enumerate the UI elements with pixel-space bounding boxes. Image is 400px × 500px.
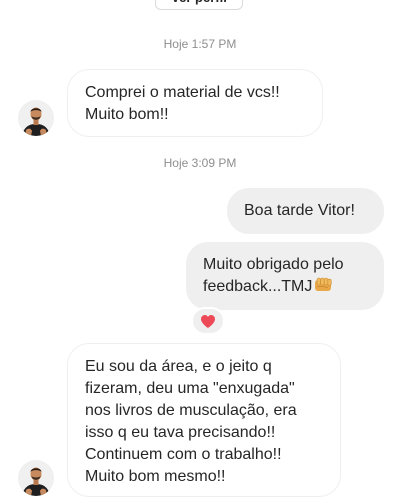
outgoing-message-bubble[interactable]: Muito obrigado pelo feedback...TMJ [186,242,384,310]
message-reaction[interactable] [191,307,225,335]
heart-icon [201,314,215,328]
incoming-message-bubble[interactable]: Comprei o material de vcs!! Muito bom!! [67,69,323,137]
outgoing-message-bubble[interactable]: Boa tarde Vitor! [227,188,384,234]
avatar-photo-icon [18,100,54,136]
message-text: Comprei o material de vcs!! Muito bom!! [85,84,280,123]
view-profile-button[interactable]: Ver perfil [155,0,243,10]
incoming-message-bubble[interactable]: Eu sou da área, e o jeito q fizeram, deu… [67,343,341,497]
dm-thread-screen: Ver perfil Hoje 1:57 PM Comprei o materi… [0,0,400,500]
timestamp: Hoje 3:09 PM [163,156,237,170]
timestamp: Hoje 1:57 PM [163,37,237,51]
message-text: Boa tarde Vitor! [244,202,355,219]
avatar[interactable] [18,460,54,496]
message-text: Eu sou da área, e o jeito q fizeram, deu… [85,358,297,485]
avatar-photo-icon [18,460,54,496]
fist-bump-icon [314,276,334,301]
avatar[interactable] [18,100,54,136]
